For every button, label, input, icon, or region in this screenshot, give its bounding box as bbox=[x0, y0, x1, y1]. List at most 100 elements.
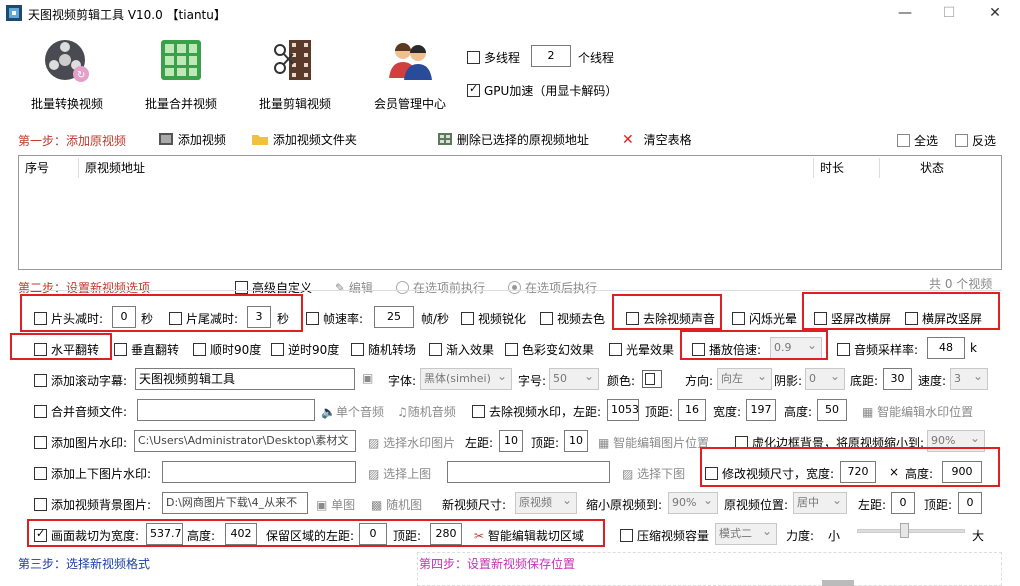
compress-mode-select[interactable]: 模式二 bbox=[715, 523, 777, 545]
scroll-speed-select[interactable]: 3 bbox=[950, 368, 988, 390]
denoise-checkbox[interactable]: 视频去色 bbox=[540, 310, 605, 327]
wm-width-input[interactable]: 197 bbox=[746, 399, 776, 421]
cw90-checkbox[interactable]: 顺时90度 bbox=[193, 341, 261, 358]
bg-left-input[interactable]: 0 bbox=[891, 492, 915, 514]
vflip-checkbox[interactable]: 垂直翻转 bbox=[114, 341, 179, 358]
img-left-input[interactable]: 10 bbox=[499, 430, 523, 452]
close-button[interactable]: ✕ bbox=[972, 0, 1018, 27]
hflip-checkbox[interactable]: 水平翻转 bbox=[34, 341, 99, 358]
batch-merge-button[interactable]: 批量合并视频 bbox=[126, 32, 236, 114]
h2v-checkbox[interactable]: 横屏改竖屏 bbox=[905, 310, 982, 327]
strength-slider-thumb[interactable] bbox=[900, 523, 909, 538]
batch-convert-button[interactable]: ↻ 批量转换视频 bbox=[12, 32, 122, 114]
img-watermark-checkbox[interactable]: 添加图片水印: bbox=[34, 434, 127, 451]
sample-rate-checkbox[interactable]: 音频采样率: bbox=[837, 341, 918, 358]
smart-wm-button[interactable]: ▦ 智能编辑水印位置 bbox=[862, 403, 973, 420]
single-image-button[interactable]: ▣ 单图 bbox=[316, 496, 355, 513]
clear-table-button[interactable]: ✕ 清空表格 bbox=[622, 131, 692, 148]
choose-wm-image-button[interactable]: ▨ 选择水印图片 bbox=[368, 434, 455, 451]
speed-checkbox[interactable]: 播放倍速: bbox=[692, 341, 761, 358]
crop-top-input[interactable]: 280 bbox=[430, 523, 462, 545]
v2h-checkbox[interactable]: 竖屏改横屏 bbox=[814, 310, 891, 327]
direction-select[interactable]: 向左 bbox=[717, 368, 772, 390]
bg-path-input[interactable]: D:\网商图片下载\4_从来不 bbox=[162, 492, 308, 514]
framerate-checkbox[interactable]: 帧速率: bbox=[306, 310, 363, 327]
random-image-button[interactable]: ▩ 随机图 bbox=[371, 496, 422, 513]
tb-watermark-checkbox[interactable]: 添加上下图片水印: bbox=[34, 465, 151, 482]
head-cut-input[interactable]: 0 bbox=[112, 306, 136, 328]
random-audio-button[interactable]: ♫随机音频 bbox=[397, 403, 456, 420]
remove-watermark-checkbox[interactable]: 去除视频水印，左距: bbox=[472, 403, 601, 420]
smart-crop-button[interactable]: ✂ 智能编辑裁切区域 bbox=[474, 527, 584, 544]
maximize-button[interactable]: ☐ bbox=[926, 0, 972, 27]
audio-file-input[interactable] bbox=[137, 399, 315, 421]
merge-audio-checkbox[interactable]: 合并音频文件: bbox=[34, 403, 127, 420]
tail-cut-input[interactable]: 3 bbox=[247, 306, 271, 328]
crop-left-input[interactable]: 0 bbox=[359, 523, 387, 545]
bottom-image-input[interactable] bbox=[447, 461, 610, 483]
before-option-radio[interactable]: 在选项前执行 bbox=[396, 279, 485, 296]
framerate-input[interactable]: 25 bbox=[374, 306, 414, 328]
shrink-select[interactable]: 90% bbox=[668, 492, 718, 514]
color-picker[interactable] bbox=[642, 370, 662, 388]
bg-image-checkbox[interactable]: 添加视频背景图片: bbox=[34, 496, 151, 513]
font-settings-icon[interactable]: ▣ bbox=[362, 371, 373, 385]
strength-slider-track[interactable] bbox=[857, 529, 965, 533]
crop-height-input[interactable]: 402 bbox=[225, 523, 257, 545]
fade-in-checkbox[interactable]: 渐入效果 bbox=[429, 341, 494, 358]
choose-bottom-button[interactable]: ▨ 选择下图 bbox=[622, 465, 685, 482]
shadow-select[interactable]: 0 bbox=[805, 368, 845, 390]
col-duration[interactable]: 时长 bbox=[814, 158, 880, 178]
top-image-input[interactable] bbox=[162, 461, 356, 483]
col-status[interactable]: 状态 bbox=[880, 158, 1001, 178]
new-size-select[interactable]: 原视频 bbox=[515, 492, 577, 514]
minimize-button[interactable]: — bbox=[882, 0, 928, 27]
choose-top-button[interactable]: ▨ 选择上图 bbox=[368, 465, 431, 482]
batch-clip-button[interactable]: 批量剪辑视频 bbox=[240, 32, 350, 114]
bg-top-input[interactable]: 0 bbox=[958, 492, 982, 514]
select-all-button[interactable]: 全选 bbox=[897, 132, 938, 149]
scroll-sub-checkbox[interactable]: 添加滚动字幕: bbox=[34, 372, 127, 389]
thread-count-input[interactable]: 2 bbox=[531, 45, 571, 67]
font-select[interactable]: 黑体(simhei) bbox=[420, 368, 512, 390]
sample-rate-input[interactable]: 48 bbox=[927, 337, 965, 359]
invert-select-button[interactable]: 反选 bbox=[955, 132, 996, 149]
add-folder-button[interactable]: 添加视频文件夹 bbox=[251, 131, 357, 148]
crop-checkbox[interactable]: 画面裁切为宽度: bbox=[34, 527, 139, 544]
wm-top-input[interactable]: 16 bbox=[678, 399, 706, 421]
col-index[interactable]: 序号 bbox=[19, 158, 79, 178]
tail-cut-checkbox[interactable]: 片尾减时: bbox=[169, 310, 238, 327]
multithread-checkbox[interactable]: 多线程 bbox=[467, 49, 520, 66]
size-select[interactable]: 50 bbox=[549, 368, 599, 390]
after-option-radio[interactable]: 在选项后执行 bbox=[508, 279, 597, 296]
member-center-button[interactable]: 会员管理中心 bbox=[355, 32, 465, 114]
col-path[interactable]: 原视频地址 bbox=[79, 158, 814, 178]
advanced-custom-checkbox[interactable]: 高级自定义 bbox=[235, 279, 312, 296]
remove-audio-checkbox[interactable]: 去除视频声音 bbox=[626, 310, 715, 327]
add-video-button[interactable]: 添加视频 bbox=[158, 131, 226, 148]
speed-select[interactable]: 0.9 bbox=[770, 337, 822, 359]
color-fx-checkbox[interactable]: 色彩变幻效果 bbox=[505, 341, 594, 358]
edit-button[interactable]: ✎ 编辑 bbox=[335, 279, 373, 296]
single-audio-button[interactable]: 🔈单个音频 bbox=[321, 403, 384, 420]
light-fx-checkbox[interactable]: 光晕效果 bbox=[609, 341, 674, 358]
delete-selected-button[interactable]: 删除已选择的原视频地址 bbox=[437, 131, 589, 148]
ccw90-checkbox[interactable]: 逆时90度 bbox=[271, 341, 339, 358]
smart-img-button[interactable]: ▦ 智能编辑图片位置 bbox=[598, 434, 709, 451]
blur-bg-checkbox[interactable]: 虚化边框背景，将原视频缩小到: bbox=[735, 434, 924, 451]
bottom-input[interactable]: 30 bbox=[883, 368, 912, 390]
flash-checkbox[interactable]: 闪烁光晕 bbox=[732, 310, 797, 327]
blur-scale-select[interactable]: 90% bbox=[927, 430, 985, 452]
compress-checkbox[interactable]: 压缩视频容量 bbox=[620, 527, 709, 544]
img-path-input[interactable]: C:\Users\Administrator\Desktop\素材文 bbox=[134, 430, 356, 452]
subtitle-text-input[interactable]: 天图视频剪辑工具 bbox=[135, 368, 355, 390]
head-cut-checkbox[interactable]: 片头减时: bbox=[34, 310, 103, 327]
resize-width-input[interactable]: 720 bbox=[840, 461, 876, 483]
crop-width-input[interactable]: 537.77 bbox=[146, 523, 183, 545]
resize-checkbox[interactable]: 修改视频尺寸，宽度: bbox=[705, 465, 834, 482]
position-select[interactable]: 居中 bbox=[793, 492, 847, 514]
wm-height-input[interactable]: 50 bbox=[817, 399, 847, 421]
wm-left-input[interactable]: 1053 bbox=[607, 399, 639, 421]
sharpen-checkbox[interactable]: 视频锐化 bbox=[461, 310, 526, 327]
gpu-accel-checkbox[interactable]: GPU加速（用显卡解码） bbox=[467, 82, 617, 99]
